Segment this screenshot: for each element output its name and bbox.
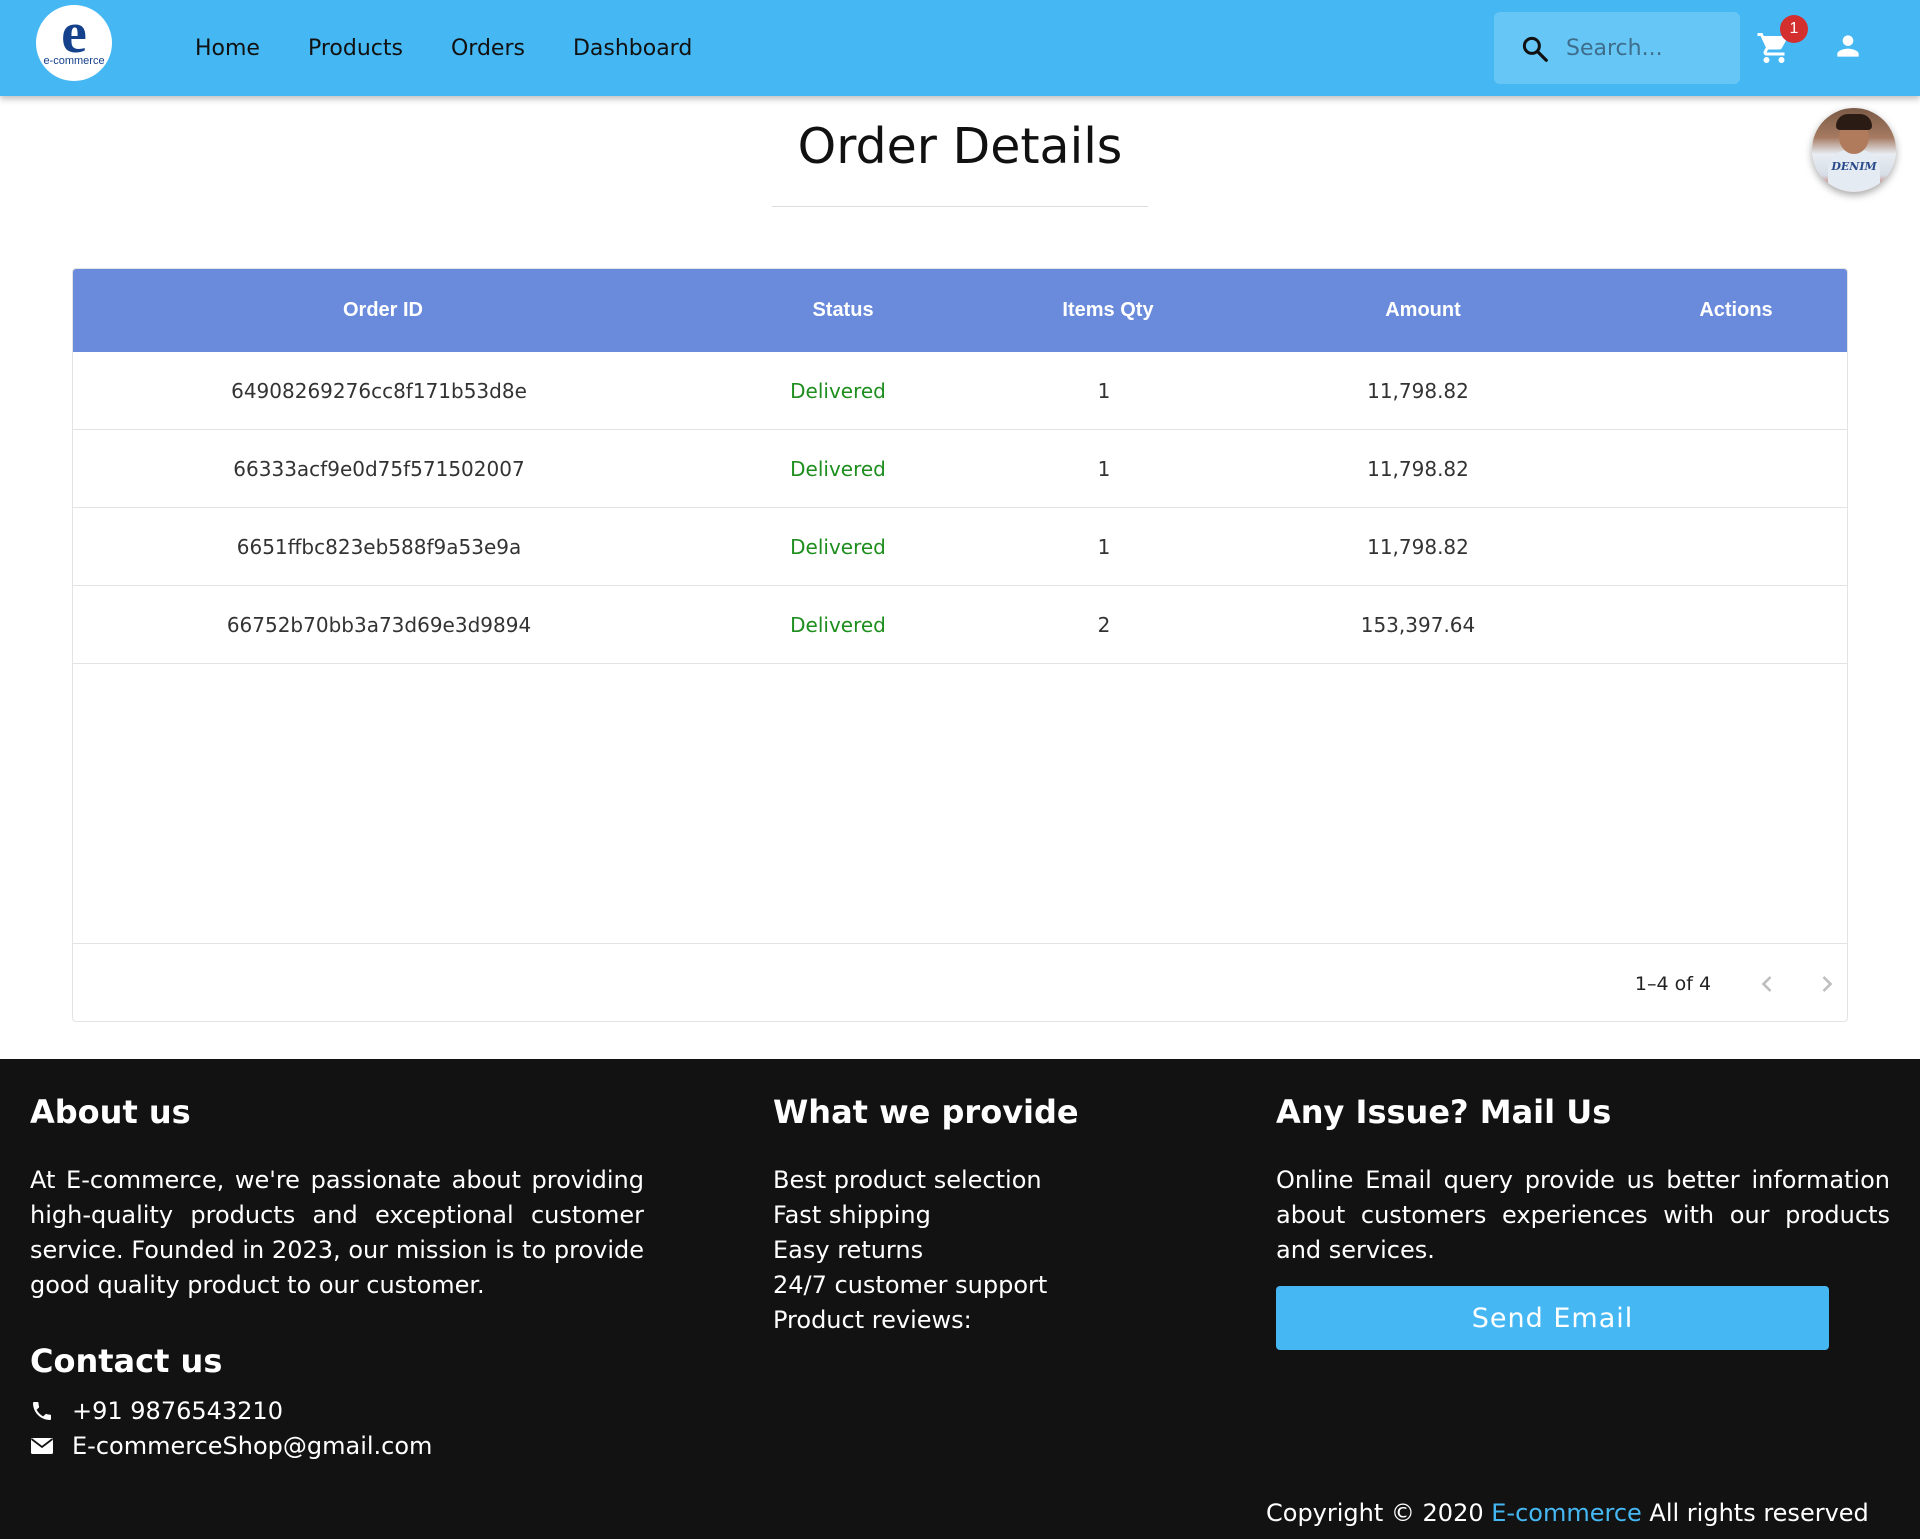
contact-heading: Contact us <box>30 1342 223 1380</box>
provide-item: Best product selection <box>773 1166 1042 1194</box>
contact-phone: +91 9876543210 <box>30 1397 283 1425</box>
status-cell: Delivered <box>790 613 886 637</box>
nav-dashboard-link[interactable]: Dashboard <box>573 36 692 61</box>
search-box[interactable] <box>1494 12 1740 84</box>
order-id-cell: 66333acf9e0d75f571502007 <box>233 457 525 481</box>
copyright-brand-link[interactable]: E-commerce <box>1491 1499 1642 1527</box>
table-row[interactable]: 6651ffbc823eb588f9a53e9a Delivered 1 11,… <box>73 508 1847 586</box>
nav-orders-link[interactable]: Orders <box>451 36 525 61</box>
orders-table: Order ID Status Items Qty Amount Actions… <box>72 268 1848 1022</box>
table-row[interactable]: 66333acf9e0d75f571502007 Delivered 1 11,… <box>73 430 1847 508</box>
copyright-suffix: All rights reserved <box>1649 1499 1869 1527</box>
cart-count-badge: 1 <box>1780 15 1808 43</box>
main-nav: Home Products Orders Dashboard <box>195 0 740 96</box>
status-cell: Delivered <box>790 379 886 403</box>
items-qty-cell: 1 <box>1097 379 1111 403</box>
nav-home-link[interactable]: Home <box>195 36 260 61</box>
provide-item: 24/7 customer support <box>773 1271 1048 1299</box>
order-id-cell: 66752b70bb3a73d69e3d9894 <box>226 613 532 637</box>
mail-text: Online Email query provide us better inf… <box>1276 1166 1890 1264</box>
copyright: Copyright © 2020 E-commerce All rights r… <box>1266 1499 1869 1527</box>
provide-item: Product reviews: <box>773 1306 972 1334</box>
column-header-status[interactable]: Status <box>693 269 993 352</box>
app-bar: e e-commerce Home Products Orders Dashbo… <box>0 0 1920 96</box>
mail-icon <box>30 1438 54 1454</box>
title-divider <box>772 206 1148 207</box>
provide-item: Easy returns <box>773 1236 924 1264</box>
column-header-items-qty[interactable]: Items Qty <box>993 269 1223 352</box>
phone-number[interactable]: +91 9876543210 <box>72 1397 283 1425</box>
provide-item: Fast shipping <box>773 1201 931 1229</box>
status-cell: Delivered <box>790 535 886 559</box>
mail-heading: Any Issue? Mail Us <box>1276 1093 1612 1131</box>
order-id-cell: 64908269276cc8f171b53d8e <box>231 379 527 403</box>
table-row[interactable]: 64908269276cc8f171b53d8e Delivered 1 11,… <box>73 352 1847 430</box>
about-heading: About us <box>30 1093 191 1131</box>
provide-heading: What we provide <box>773 1093 1079 1131</box>
brand-logo[interactable]: e e-commerce <box>36 5 112 81</box>
about-text: At E-commerce, we're passionate about pr… <box>30 1166 644 1299</box>
amount-cell: 11,798.82 <box>1367 535 1469 559</box>
site-footer: About us At E-commerce, we're passionate… <box>0 1059 1920 1539</box>
logo-text: e-commerce <box>43 55 105 67</box>
provide-list: Best product selection Fast shipping Eas… <box>773 1163 1047 1338</box>
chevron-left-icon[interactable] <box>1753 970 1781 998</box>
items-qty-cell: 1 <box>1097 535 1111 559</box>
user-icon[interactable] <box>1832 30 1864 62</box>
search-input[interactable] <box>1566 30 1726 66</box>
amount-cell: 11,798.82 <box>1367 379 1469 403</box>
table-pagination: 1–4 of 4 <box>73 943 1847 1021</box>
items-qty-cell: 1 <box>1097 457 1111 481</box>
contact-email: E-commerceShop@gmail.com <box>30 1432 432 1460</box>
pagination-range: 1–4 of 4 <box>1634 973 1712 995</box>
phone-icon <box>33 1402 51 1420</box>
nav-products-link[interactable]: Products <box>308 36 403 61</box>
order-id-cell: 6651ffbc823eb588f9a53e9a <box>236 535 522 559</box>
column-header-actions[interactable]: Actions <box>1623 269 1847 352</box>
status-cell: Delivered <box>790 457 886 481</box>
amount-cell: 11,798.82 <box>1367 457 1469 481</box>
amount-cell: 153,397.64 <box>1360 613 1476 637</box>
items-qty-cell: 2 <box>1097 613 1111 637</box>
chevron-right-icon[interactable] <box>1813 970 1841 998</box>
page-title: Order Details <box>797 118 1123 175</box>
table-row[interactable]: 66752b70bb3a73d69e3d9894 Delivered 2 153… <box>73 586 1847 664</box>
copyright-prefix: Copyright © 2020 <box>1266 1499 1484 1527</box>
email-address[interactable]: E-commerceShop@gmail.com <box>72 1432 432 1460</box>
column-header-order-id[interactable]: Order ID <box>73 269 693 352</box>
column-header-amount[interactable]: Amount <box>1223 269 1623 352</box>
send-email-button[interactable]: Send Email <box>1276 1286 1829 1350</box>
search-icon <box>1522 36 1548 62</box>
logo-letter: e <box>61 5 87 65</box>
table-header: Order ID Status Items Qty Amount Actions <box>73 269 1847 352</box>
